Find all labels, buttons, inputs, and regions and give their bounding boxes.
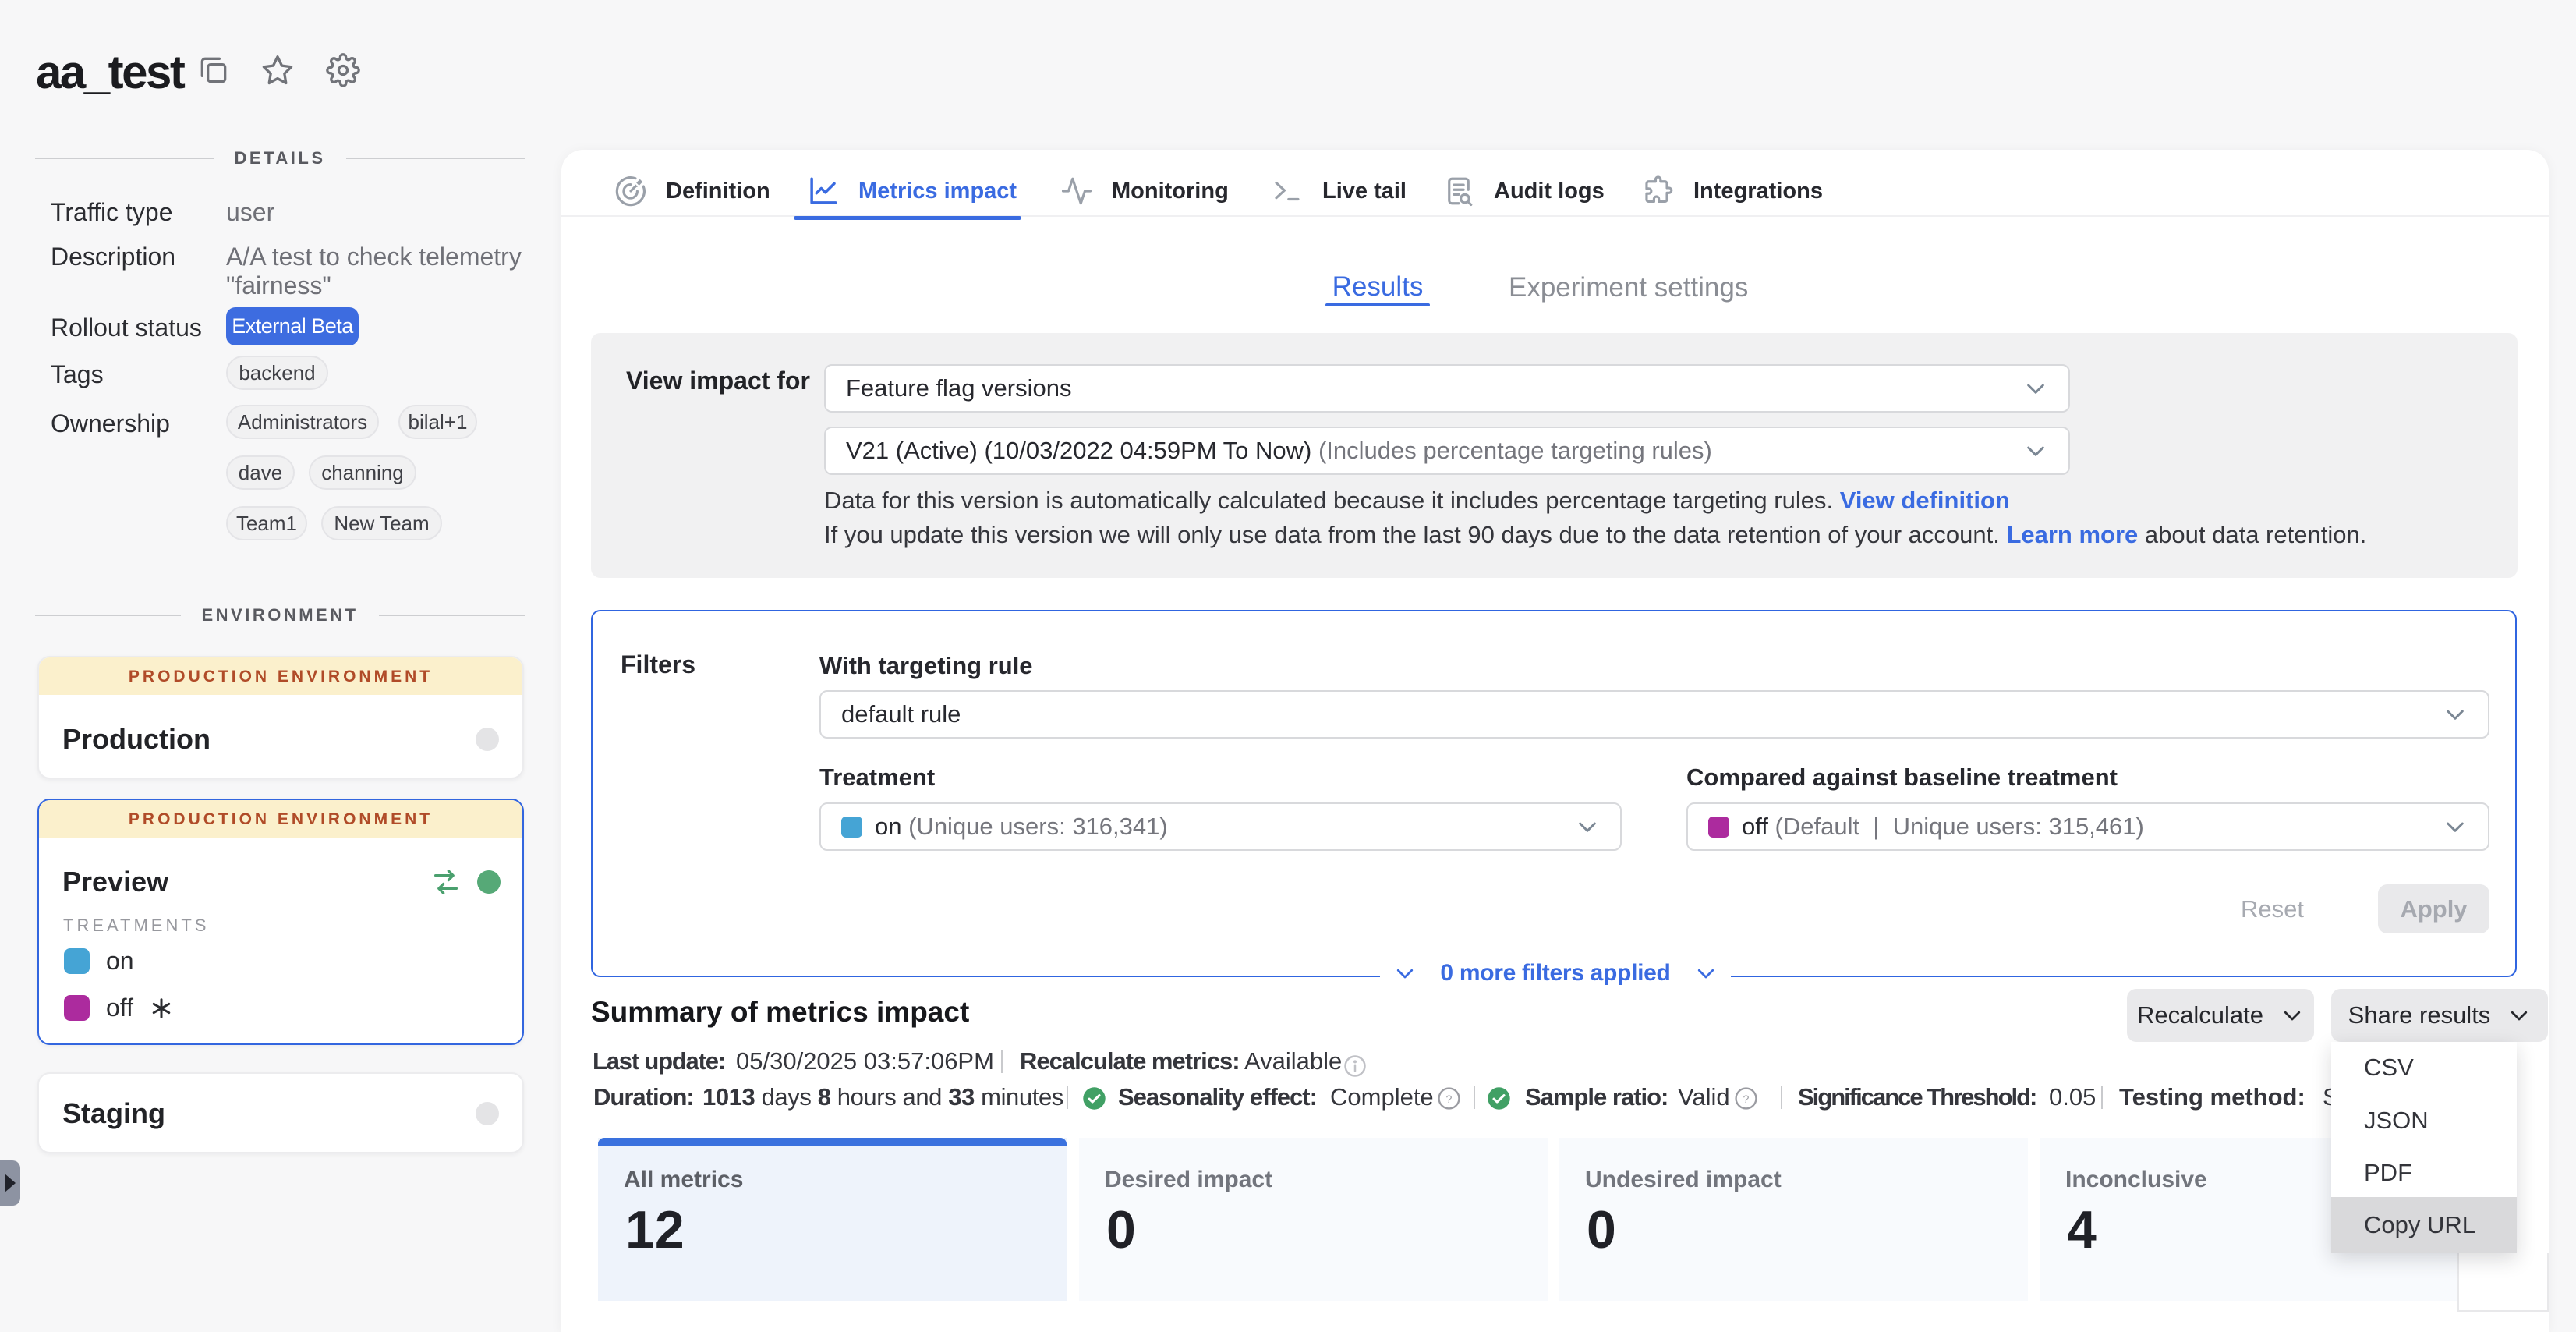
svg-text:?: ? [1743, 1093, 1750, 1106]
svg-text:?: ? [1446, 1093, 1453, 1106]
